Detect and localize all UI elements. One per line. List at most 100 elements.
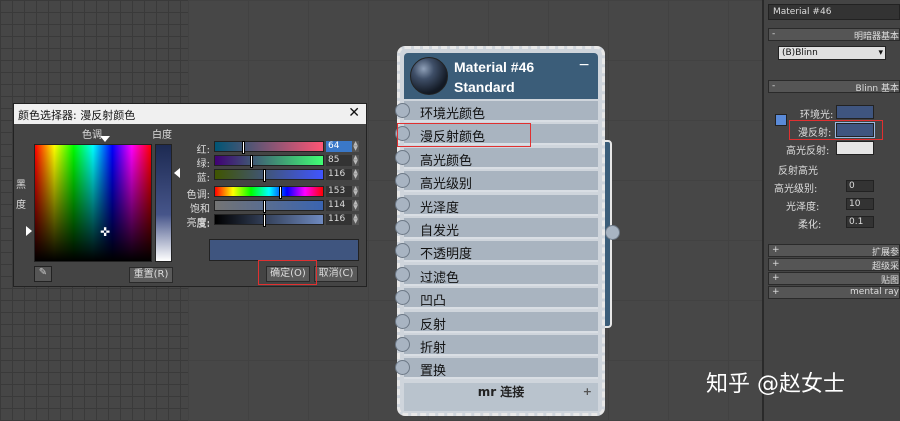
node-slot[interactable]: 凹凸 <box>395 288 598 310</box>
slot-input-port[interactable] <box>395 290 410 306</box>
slot-input-port[interactable] <box>395 313 410 329</box>
crosshair-icon[interactable]: ✜ <box>100 225 110 239</box>
node-header[interactable]: Material #46 Standard − <box>404 53 598 99</box>
blackness-marker-icon[interactable] <box>26 226 32 236</box>
slot-label: 过滤色 <box>420 270 460 286</box>
spec-level-field[interactable]: 0 <box>846 180 874 192</box>
node-title: Material #46 <box>454 59 535 75</box>
slot-label: 高光级别 <box>420 177 473 193</box>
specular-color-swatch[interactable] <box>836 141 874 155</box>
rollout-collapsed[interactable]: + 贴图 <box>768 272 900 286</box>
rollout-label: mental ray <box>850 287 899 297</box>
slider-thumb[interactable] <box>262 200 266 213</box>
color-slider[interactable] <box>214 169 324 182</box>
rollout-shader-basic[interactable]: - 明暗器基本 <box>768 28 900 42</box>
slot-input-port[interactable] <box>395 243 410 259</box>
slider-value-field[interactable]: 85 <box>326 155 352 166</box>
material-node[interactable]: Material #46 Standard − 环境光颜色 漫反射颜色 高光颜色 高光… <box>395 46 605 416</box>
node-slot[interactable]: 折射 <box>395 335 598 356</box>
slot-input-port[interactable] <box>395 103 410 118</box>
lock-icon[interactable] <box>775 114 787 126</box>
node-slot[interactable]: 不透明度 <box>395 241 598 263</box>
spinner-icon[interactable]: ▲ ▼ <box>352 200 359 211</box>
slider-thumb[interactable] <box>262 169 266 182</box>
color-slider[interactable] <box>214 200 324 213</box>
slot-input-port[interactable] <box>395 360 410 376</box>
node-slot[interactable]: 自发光 <box>395 218 598 239</box>
slot-input-port[interactable] <box>395 196 410 212</box>
spinner-icon[interactable]: ▲ ▼ <box>352 186 359 197</box>
slot-label: 反射 <box>420 317 447 333</box>
collapse-icon: - <box>772 29 776 39</box>
rollout-blinn-basic[interactable]: - Blinn 基本 <box>768 80 900 94</box>
node-footer <box>404 401 598 411</box>
shader-type-select[interactable]: (B)Blinn ▾ <box>778 46 886 60</box>
node-slot[interactable]: 置换 <box>395 358 598 380</box>
slider-value-field[interactable]: 114 <box>326 200 352 211</box>
soften-label: 柔化: <box>798 220 822 231</box>
node-slot[interactable]: 环境光颜色 <box>395 101 598 122</box>
slot-label: 环境光颜色 <box>420 107 486 122</box>
slot-input-port[interactable] <box>395 337 410 352</box>
slot-label: 光泽度 <box>420 200 460 216</box>
rollout-collapsed[interactable]: + 扩展参 <box>768 244 900 258</box>
node-output-port[interactable] <box>605 225 620 240</box>
specular-label: 高光反射: <box>786 146 830 157</box>
rollout-collapsed[interactable]: + mental ray <box>768 286 900 299</box>
hue-marker-icon[interactable] <box>100 136 110 142</box>
slider-value-field[interactable]: 116 <box>326 169 352 180</box>
color-slider[interactable] <box>214 155 324 168</box>
watermark: 知乎 @赵女士 <box>706 372 845 397</box>
expand-icon: + <box>772 273 780 283</box>
slider-value-field[interactable]: 116 <box>326 214 352 225</box>
blackness-label-2: 度 <box>16 200 26 211</box>
slider-thumb[interactable] <box>249 155 253 168</box>
minimize-icon[interactable]: − <box>578 57 590 73</box>
close-icon[interactable]: ✕ <box>348 105 360 121</box>
slot-input-port[interactable] <box>395 149 410 165</box>
glossiness-field[interactable]: 10 <box>846 198 874 210</box>
slider-label: 蓝: <box>196 173 210 184</box>
slider-label: 亮度: <box>186 218 210 229</box>
slot-input-port[interactable] <box>395 266 410 282</box>
ambient-label: 环境光: <box>800 110 834 121</box>
node-slot[interactable]: 高光颜色 <box>395 147 598 169</box>
node-slot[interactable]: 光泽度 <box>395 194 598 216</box>
node-slot[interactable]: 反射 <box>395 311 598 333</box>
soften-field[interactable]: 0.1 <box>846 216 874 228</box>
hue-blackness-picker[interactable] <box>34 144 152 262</box>
mr-connect-label: mr 连接 <box>477 385 525 399</box>
slider-value-field[interactable]: 64 <box>326 141 352 152</box>
mr-connect-slot[interactable]: mr 连接 + <box>404 383 598 401</box>
rollout-label: 贴图 <box>880 276 899 286</box>
collapse-icon: - <box>772 81 776 91</box>
spinner-icon[interactable]: ▲ ▼ <box>352 155 359 166</box>
whiteness-bar[interactable] <box>155 144 172 262</box>
slider-value-field[interactable]: 153 <box>326 186 352 197</box>
spinner-icon[interactable]: ▲ ▼ <box>352 141 359 152</box>
spinner-icon[interactable]: ▲ ▼ <box>352 214 359 225</box>
diffuse-swatch-highlight <box>789 120 883 140</box>
node-slot[interactable]: 高光级别 <box>395 171 598 193</box>
ok-button-highlight <box>258 260 317 285</box>
slider-thumb[interactable] <box>262 214 266 227</box>
material-name-field[interactable]: Material #46 <box>768 4 900 20</box>
ambient-color-swatch[interactable] <box>836 105 874 119</box>
slot-input-port[interactable] <box>395 220 410 235</box>
color-slider[interactable] <box>214 141 324 154</box>
cancel-button[interactable]: 取消(C) <box>314 266 358 282</box>
slot-input-port[interactable] <box>395 173 410 189</box>
expand-plus-icon[interactable]: + <box>583 385 592 398</box>
color-slider[interactable] <box>214 186 324 199</box>
spinner-icon[interactable]: ▲ ▼ <box>352 169 359 180</box>
eyedropper-icon[interactable]: ✎ <box>34 266 52 282</box>
rollout-collapsed[interactable]: + 超级采 <box>768 258 900 272</box>
slider-thumb[interactable] <box>278 186 282 199</box>
rollout-label: Blinn 基本 <box>855 84 899 94</box>
dialog-titlebar[interactable]: 颜色选择器: 漫反射颜色 ✕ <box>14 104 366 124</box>
color-slider[interactable] <box>214 214 324 227</box>
node-slot[interactable]: 过滤色 <box>395 264 598 286</box>
slider-label: 绿: <box>196 159 210 170</box>
reset-button[interactable]: 重置(R) <box>129 267 173 283</box>
slider-thumb[interactable] <box>241 141 245 154</box>
